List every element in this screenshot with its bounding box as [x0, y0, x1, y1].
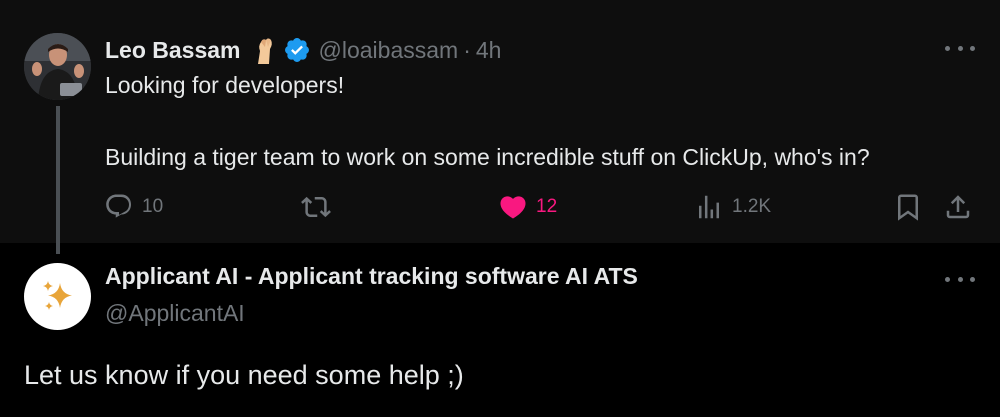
tweet-text-line-2: Building a tiger team to work on some in…	[105, 144, 870, 170]
thread-connector-line	[56, 106, 60, 254]
sparkles-logo-icon	[42, 280, 72, 310]
author-name[interactable]: Applicant AI - Applicant tracking softwa…	[105, 263, 638, 290]
analytics-icon	[694, 192, 724, 222]
profile-photo-icon	[24, 33, 91, 100]
repost-icon	[301, 192, 331, 222]
more-dot-icon	[970, 45, 975, 51]
like-button[interactable]: 12	[498, 191, 557, 223]
avatar[interactable]	[24, 33, 91, 100]
heart-icon	[498, 192, 528, 222]
bookmark-icon	[893, 192, 923, 222]
parent-tweet[interactable]: Leo Bassam @loaibassam · 4h Looking for …	[0, 0, 1000, 254]
more-dot-icon	[945, 45, 950, 51]
separator-dot: ·	[463, 36, 471, 63]
share-icon	[943, 192, 973, 222]
author-handle[interactable]: @ApplicantAI	[105, 300, 245, 327]
more-dot-icon	[945, 276, 950, 282]
reply-tweet-text: Let us know if you need some help ;)	[24, 360, 464, 390]
bookmark-button[interactable]	[893, 191, 923, 223]
pinched-fingers-emoji-icon	[249, 35, 279, 65]
reply-button[interactable]: 10	[104, 191, 163, 223]
more-dot-icon	[957, 276, 963, 282]
more-options-button[interactable]	[945, 271, 975, 287]
tweet-text-line-1: Looking for developers!	[105, 72, 345, 98]
reply-icon	[104, 192, 134, 222]
tweet-timestamp[interactable]: 4h	[476, 37, 502, 64]
views-count: 1.2K	[732, 196, 772, 217]
author-name[interactable]: Leo Bassam	[105, 37, 241, 64]
avatar[interactable]	[24, 263, 91, 330]
share-button[interactable]	[943, 191, 973, 223]
author-handle[interactable]: @loaibassam	[319, 37, 459, 64]
tweet-header: Leo Bassam @loaibassam · 4h	[105, 33, 501, 67]
repost-button[interactable]	[301, 191, 331, 223]
views-button[interactable]: 1.2K	[694, 191, 771, 223]
reply-count: 10	[142, 196, 164, 217]
like-count: 12	[536, 196, 558, 217]
more-dot-icon	[970, 276, 975, 282]
more-options-button[interactable]	[945, 40, 975, 56]
verified-badge-icon[interactable]	[283, 36, 311, 64]
more-dot-icon	[957, 45, 963, 51]
